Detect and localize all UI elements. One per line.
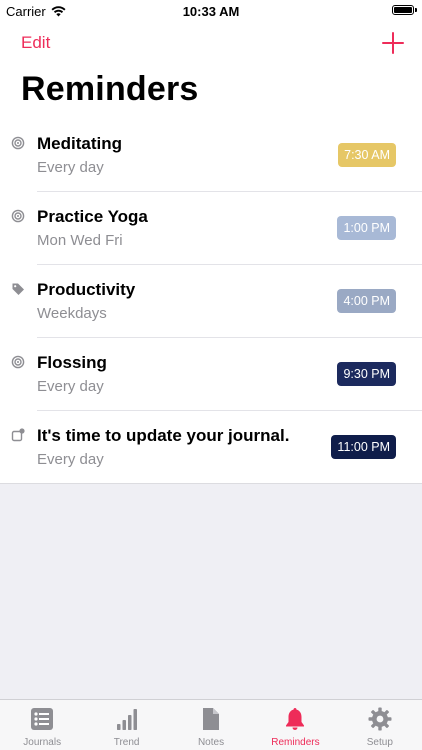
reminder-schedule: Every day	[37, 378, 104, 395]
tab-setup[interactable]: Setup	[338, 700, 422, 750]
reminder-schedule: Weekdays	[37, 305, 107, 322]
time-badge: 1:00 PM	[337, 216, 396, 240]
battery-icon	[392, 5, 417, 15]
reminder-schedule: Every day	[37, 451, 104, 468]
navigation-bar: Edit	[0, 22, 422, 66]
reminder-row[interactable]: It's time to update your journal. Every …	[0, 410, 422, 483]
page-title: Reminders	[21, 70, 199, 108]
reminder-row[interactable]: Flossing Every day 9:30 PM	[0, 337, 422, 410]
tab-label: Trend	[113, 737, 140, 748]
reminder-title: Flossing	[37, 353, 107, 372]
bell-icon	[286, 708, 305, 730]
target-icon	[11, 136, 25, 150]
tab-label: Notes	[197, 737, 225, 748]
reminder-title: It's time to update your journal.	[37, 426, 290, 445]
tab-journals[interactable]: Journals	[0, 700, 84, 750]
journal-badge-icon	[11, 428, 25, 442]
battery-indicator	[392, 5, 417, 15]
reminder-title: Productivity	[37, 280, 136, 299]
edit-button[interactable]: Edit	[21, 33, 50, 53]
target-icon	[11, 355, 25, 369]
add-reminder-button[interactable]	[382, 32, 404, 54]
tab-label: Setup	[366, 737, 393, 748]
reminder-row[interactable]: Meditating Every day 7:30 AM	[0, 118, 422, 191]
time-badge: 4:00 PM	[337, 289, 396, 313]
tab-notes[interactable]: Notes	[169, 700, 253, 750]
tab-trend[interactable]: Trend	[84, 700, 168, 750]
reminder-title: Practice Yoga	[37, 207, 148, 226]
header: Carrier 10:33 AM Edit Reminders	[0, 0, 422, 118]
reminder-row[interactable]: Practice Yoga Mon Wed Fri 1:00 PM	[0, 191, 422, 264]
reminder-schedule: Every day	[37, 159, 104, 176]
tab-reminders[interactable]: Reminders	[253, 700, 337, 750]
time-badge: 9:30 PM	[337, 362, 396, 386]
bar-chart-icon	[116, 709, 137, 730]
reminder-row[interactable]: Productivity Weekdays 4:00 PM	[0, 264, 422, 337]
reminder-title: Meditating	[37, 134, 122, 153]
tab-label: Reminders	[271, 737, 320, 748]
reminder-schedule: Mon Wed Fri	[37, 232, 123, 249]
tag-icon	[12, 283, 24, 295]
document-icon	[203, 708, 220, 730]
reminder-list: Meditating Every day 7:30 AM Practice Yo…	[0, 118, 422, 484]
gear-icon	[368, 707, 392, 731]
time-badge: 7:30 AM	[338, 143, 396, 167]
clock: 10:33 AM	[182, 4, 240, 19]
tab-label: Journals	[23, 737, 62, 748]
time-badge: 11:00 PM	[331, 435, 396, 459]
tab-bar: Journals Trend Notes Reminders Setup	[0, 699, 422, 750]
status-bar: Carrier 10:33 AM	[0, 0, 422, 22]
target-icon	[11, 209, 25, 223]
journal-list-icon	[31, 708, 54, 730]
